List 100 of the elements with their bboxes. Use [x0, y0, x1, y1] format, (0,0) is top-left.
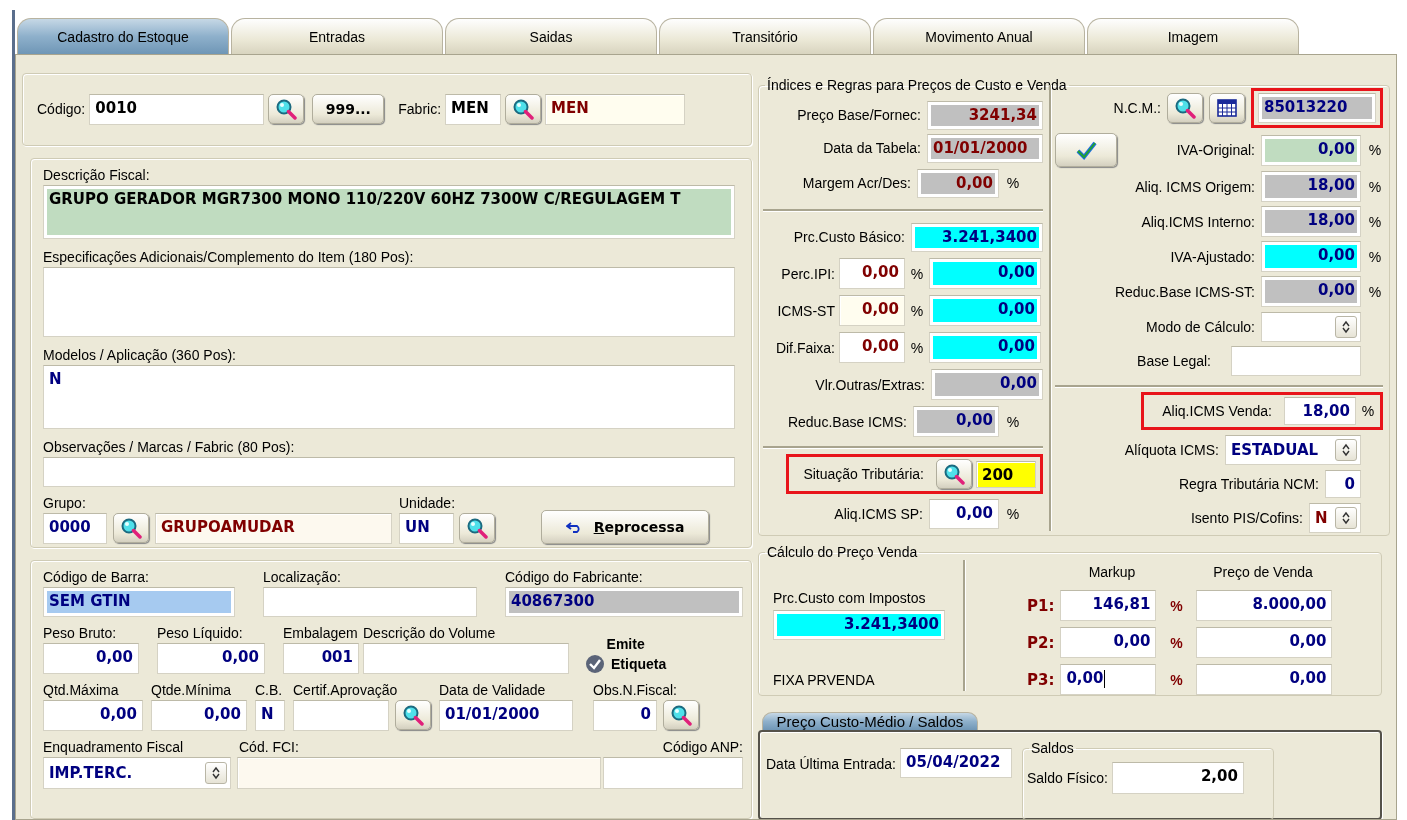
tab[interactable]: Cadastro do Estoque [17, 18, 229, 54]
search-button[interactable] [113, 513, 149, 544]
fci-code-field[interactable] [237, 756, 601, 789]
markup-field[interactable]: 146,81 [1060, 590, 1157, 621]
field-label: Data de Validade [439, 681, 547, 698]
spinner-button[interactable] [1335, 439, 1357, 461]
unit-field[interactable]: UN [399, 512, 454, 544]
search-icon [943, 463, 965, 485]
percent-sign: % [1169, 671, 1184, 688]
max-quantity-field[interactable]: 0,00 [43, 699, 143, 731]
markup-field[interactable]: 0,00 [1060, 664, 1157, 695]
spinner-button[interactable] [1335, 507, 1357, 529]
field-label: Código ANP: [662, 738, 743, 755]
sequence-button[interactable]: 999... [312, 94, 385, 125]
amount-field[interactable]: 0,00 [929, 258, 1041, 289]
location-field[interactable] [263, 586, 477, 617]
barcode-field[interactable]: SEM GTIN [43, 586, 235, 617]
dropdown[interactable]: N [1309, 503, 1361, 533]
gross-weight-field[interactable]: 0,00 [43, 642, 139, 674]
sale-price-field[interactable]: 8.000,00 [1196, 590, 1333, 621]
dropdown[interactable]: ESTADUAL [1225, 435, 1361, 465]
notes-field[interactable] [43, 456, 735, 487]
certificate-field[interactable] [293, 699, 389, 731]
tab[interactable]: Entradas [231, 18, 443, 54]
cb-field[interactable]: N [255, 699, 285, 731]
reprocess-button[interactable]: Reprocessa [541, 509, 709, 544]
rule-field[interactable]: 0 [1325, 470, 1361, 498]
amount-field[interactable]: 0,00 [929, 332, 1041, 363]
manufacturer-code-field[interactable]: MEN [445, 93, 502, 125]
rate-field[interactable]: 18,00 [1261, 171, 1361, 202]
rate-field[interactable]: 0,00 [1261, 241, 1361, 272]
ncm-field[interactable]: 85013220 [1258, 93, 1376, 123]
confirm-button[interactable] [1055, 133, 1117, 167]
field-label: Base Legal: [1137, 353, 1211, 369]
rate-field[interactable]: 0,00 [839, 295, 905, 326]
fiscal-description-field[interactable]: GRUPO GERADOR MGR7300 MONO 110/220V 60HZ 7300W C/REGULAGEM T [43, 184, 735, 239]
rate-field[interactable]: 0,00 [839, 332, 905, 363]
tab[interactable]: Preço Custo-Médio / Saldos [762, 712, 978, 730]
rate-field[interactable]: 18,00 [1261, 206, 1361, 237]
search-button[interactable] [268, 94, 305, 125]
field-label: FIXA PRVENDA [773, 672, 876, 688]
search-button[interactable] [1167, 93, 1203, 123]
up-down-arrows-icon [211, 765, 221, 780]
manufacturer-name-field[interactable]: MEN [545, 93, 686, 125]
search-button[interactable] [505, 94, 542, 125]
readonly-field[interactable]: 0,00 [913, 406, 999, 437]
dropdown[interactable]: IMP.TERC. [43, 756, 231, 789]
models-field[interactable]: N [43, 364, 735, 429]
readonly-field[interactable]: 3241,34 [927, 100, 1043, 130]
rate-field[interactable]: 0,00 [1261, 276, 1361, 307]
expiry-date-field[interactable]: 01/01/2000 [439, 699, 573, 731]
search-button[interactable] [663, 700, 699, 731]
search-icon [402, 704, 424, 727]
cost-field[interactable]: 3.241,3400 [773, 610, 945, 640]
tab[interactable]: Movimento Anual [873, 18, 1085, 54]
field-label: Dif.Faixa: [774, 339, 835, 356]
date-field[interactable]: 05/04/2022 [899, 748, 1012, 778]
tab[interactable]: Imagem [1087, 18, 1299, 54]
volume-description-field[interactable] [363, 642, 569, 674]
rate-field[interactable]: 18,00 [1284, 397, 1356, 425]
manufacturer-code-field[interactable]: 40867300 [505, 586, 743, 617]
net-weight-field[interactable]: 0,00 [157, 642, 265, 674]
anp-code-field[interactable] [603, 756, 743, 789]
field-label: Modo de Cálculo: [1146, 319, 1255, 335]
code-field[interactable]: 0010 [89, 93, 265, 125]
search-button[interactable] [936, 459, 972, 489]
tax-status-field[interactable]: 200 [976, 460, 1036, 488]
rate-field[interactable]: 0,00 [929, 499, 999, 529]
readonly-field[interactable]: 01/01/2000 [927, 133, 1043, 163]
amount-field[interactable]: 0,00 [929, 295, 1041, 326]
up-down-arrows-icon [1341, 443, 1351, 457]
search-button[interactable] [395, 700, 431, 731]
percent-sign: % [909, 265, 925, 282]
min-quantity-field[interactable]: 0,00 [151, 699, 247, 731]
group-code-field[interactable]: 0000 [43, 512, 107, 544]
spinner-button[interactable] [205, 761, 227, 784]
group-name-field[interactable]: GRUPOAMUDAR [155, 512, 392, 544]
cost-field[interactable]: 3.241,3400 [911, 222, 1043, 252]
sale-price-field[interactable]: 0,00 [1196, 627, 1333, 658]
tab[interactable]: Saidas [445, 18, 657, 54]
field-label: Regra Tributária NCM: [1178, 476, 1319, 492]
spinner-button[interactable] [1335, 316, 1357, 338]
rate-field[interactable]: 0,00 [839, 258, 905, 289]
balance-field[interactable]: 2,00 [1111, 762, 1244, 794]
readonly-field[interactable]: 0,00 [917, 168, 999, 198]
legal-basis-field[interactable] [1231, 346, 1361, 376]
checkbox[interactable] [585, 653, 605, 674]
field-label: Descrição do Volume [363, 624, 497, 641]
calendar-button[interactable] [1209, 93, 1245, 123]
packaging-field[interactable]: 001 [283, 642, 359, 674]
field-label: Localização: [263, 568, 342, 585]
search-button[interactable] [459, 513, 495, 544]
search-icon [466, 517, 488, 540]
specifications-field[interactable] [43, 266, 735, 337]
sale-price-field[interactable]: 0,00 [1196, 664, 1333, 695]
readonly-field[interactable]: 0,00 [931, 369, 1043, 400]
markup-field[interactable]: 0,00 [1060, 627, 1157, 658]
rate-field[interactable]: 0,00 [1261, 134, 1361, 166]
tab[interactable]: Transitório [659, 18, 871, 54]
invoice-note-field[interactable]: 0 [593, 699, 657, 731]
